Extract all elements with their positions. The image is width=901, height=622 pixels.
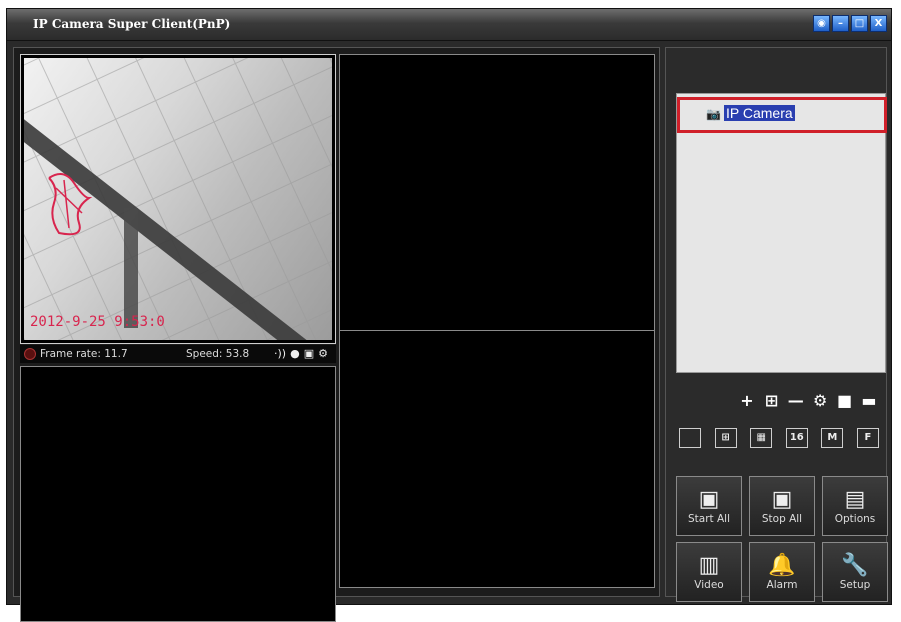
video-controls: ·)) ● ▣ ⚙	[274, 347, 328, 360]
stream-speed: Speed: 53.8	[186, 348, 250, 360]
app-window: IP Camera Super Client(PnP) ◉ – □ X 2012…	[6, 8, 892, 622]
minimize-button[interactable]: –	[832, 15, 849, 32]
camera-list-toolbar: + ⊞ — ⚙ ■ ▬	[738, 391, 878, 410]
options-button[interactable]: ▤ Options	[822, 476, 888, 536]
stop-all-icon: ▣	[771, 487, 793, 512]
pin-button[interactable]: ◉	[813, 15, 830, 32]
record-indicator-icon	[24, 348, 36, 360]
layout-f-button[interactable]: F	[856, 428, 879, 448]
add-device-icon[interactable]: ⊞	[762, 391, 780, 410]
snapshot-icon[interactable]: ▣	[304, 347, 314, 360]
video-cell-3[interactable]	[20, 366, 336, 622]
more-icon[interactable]: ▬	[860, 391, 878, 410]
video-grid: 2012-9-25 9:53:0 Frame rate: 11.7 Speed:…	[13, 47, 660, 622]
setup-label: Setup	[839, 579, 871, 591]
stop-all-button[interactable]: ▣ Stop All	[749, 476, 815, 536]
camera-list-item[interactable]: 📷 IP Camera	[677, 97, 887, 133]
options-icon: ▤	[844, 487, 866, 512]
settings-icon[interactable]: ⚙	[318, 347, 328, 360]
layout-9-button[interactable]: ▦	[750, 428, 773, 448]
action-buttons: ▣ Start All ▣ Stop All ▤ Options ▥ Video…	[676, 476, 888, 602]
window-controls: ◉ – □ X	[813, 15, 887, 32]
video-status-bar: Frame rate: 11.7 Speed: 53.8 ·)) ● ▣ ⚙	[20, 345, 336, 363]
video-cell-2[interactable]	[339, 54, 655, 344]
alarm-label: Alarm	[766, 579, 798, 591]
alarm-button[interactable]: 🔔 Alarm	[749, 542, 815, 602]
camera-icon: 📷	[706, 107, 721, 121]
audio-icon[interactable]: ·))	[274, 347, 286, 360]
layout-16-button[interactable]: 16	[785, 428, 808, 448]
motion-marker-icon	[48, 173, 93, 236]
stop-all-label: Stop All	[761, 513, 803, 525]
start-all-icon: ▣	[698, 487, 720, 512]
record-icon[interactable]: ■	[836, 391, 854, 410]
maximize-button[interactable]: □	[851, 15, 868, 32]
start-all-label: Start All	[687, 513, 730, 525]
layout-4-button[interactable]: ⊞	[714, 428, 737, 448]
frame-rate: Frame rate: 11.7	[40, 348, 128, 360]
setup-button[interactable]: 🔧 Setup	[822, 542, 888, 602]
video-label: Video	[694, 579, 724, 591]
add-camera-icon[interactable]: +	[738, 391, 756, 410]
control-panel: 📷 IP Camera + ⊞ — ⚙ ■ ▬ ⊞ ▦ 16 M F ▣ Sta…	[665, 47, 888, 602]
video-icon: ▥	[698, 553, 720, 578]
window-title: IP Camera Super Client(PnP)	[33, 17, 231, 31]
title-bar[interactable]: IP Camera Super Client(PnP) ◉ – □ X	[7, 9, 891, 41]
camera-name[interactable]: IP Camera	[724, 105, 795, 121]
start-all-button[interactable]: ▣ Start All	[676, 476, 742, 536]
remove-camera-icon[interactable]: —	[787, 391, 805, 410]
layout-m-button[interactable]: M	[821, 428, 844, 448]
osd-timestamp: 2012-9-25 9:53:0	[30, 314, 165, 330]
video-cell-1[interactable]: 2012-9-25 9:53:0	[20, 54, 336, 344]
close-button[interactable]: X	[870, 15, 887, 32]
video-cell-4[interactable]	[339, 330, 655, 588]
camera-feed: 2012-9-25 9:53:0	[24, 58, 332, 340]
wrench-icon: 🔧	[841, 553, 869, 578]
bell-icon: 🔔	[768, 553, 796, 578]
record-icon[interactable]: ●	[290, 347, 300, 360]
video-button[interactable]: ▥ Video	[676, 542, 742, 602]
layout-1-button[interactable]	[679, 428, 701, 448]
camera-list[interactable]: 📷 IP Camera	[676, 93, 887, 373]
camera-settings-icon[interactable]: ⚙	[811, 391, 829, 410]
options-label: Options	[834, 513, 876, 525]
layout-selector: ⊞ ▦ 16 M F	[679, 428, 879, 448]
